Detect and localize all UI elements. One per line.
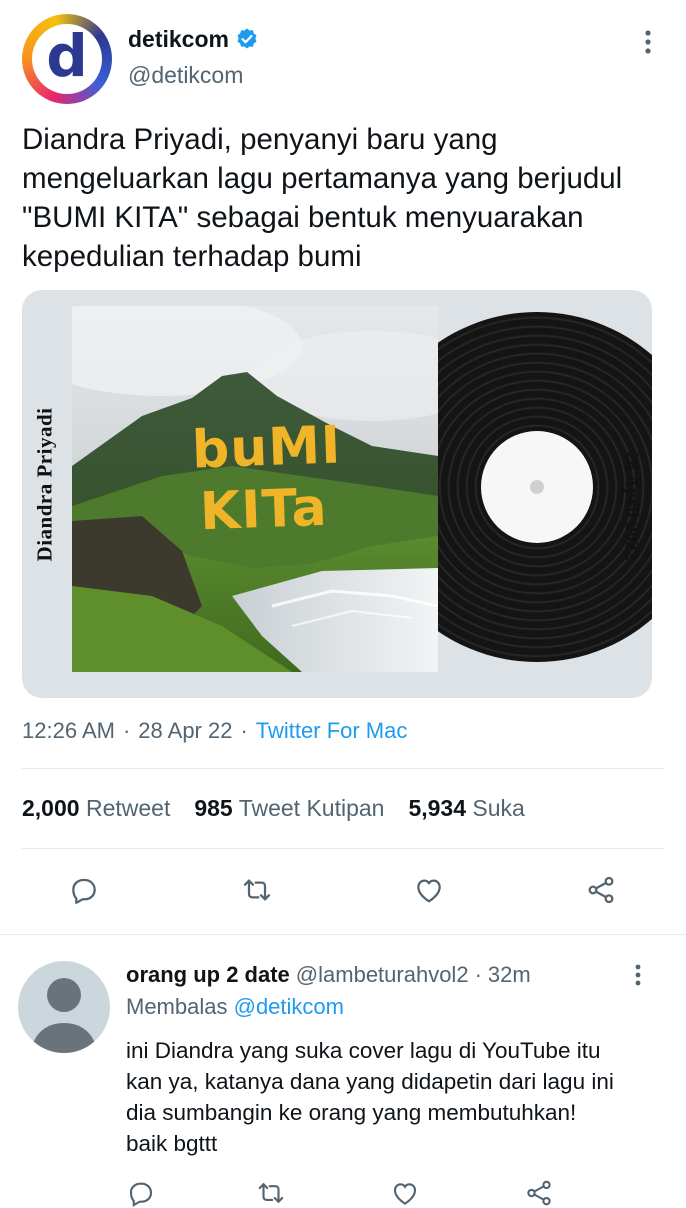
meta-separator: · [240, 718, 248, 743]
reply-retweet-icon[interactable] [256, 1178, 286, 1208]
like-icon [413, 874, 445, 906]
retweet-button[interactable] [237, 870, 277, 910]
reply-button[interactable] [64, 870, 104, 910]
share-button[interactable] [581, 870, 621, 910]
likes-label: Suka [472, 795, 525, 821]
reply-avatar[interactable] [18, 961, 110, 1053]
default-avatar-icon [31, 978, 97, 1053]
author-avatar[interactable]: d [22, 14, 112, 104]
meta-separator: · [122, 718, 131, 743]
cover-title-line1: buMI [190, 415, 343, 481]
media-date-text: 28 April 2022 [621, 451, 642, 561]
author-name[interactable]: detikcom [128, 26, 229, 53]
quotes-label: Tweet Kutipan [238, 795, 385, 821]
retweets-label: Retweet [85, 795, 171, 821]
tweet-date: 28 Apr 22 [138, 718, 233, 743]
replying-to-handle[interactable]: @detikcom [234, 994, 344, 1019]
likes-stat[interactable]: 5,934 Suka [408, 795, 524, 822]
replying-label: Membalas [126, 994, 228, 1019]
divider [22, 768, 664, 769]
reply-separator: · [474, 962, 482, 987]
reply-more-vertical-icon[interactable] [628, 962, 648, 990]
divider [22, 848, 664, 849]
retweets-stat[interactable]: 2,000 Retweet [22, 795, 170, 822]
reply-author-handle[interactable]: @lambeturahvol2 [296, 962, 469, 988]
retweet-icon [241, 874, 273, 906]
share-icon [585, 874, 617, 906]
quotes-stat[interactable]: 985 Tweet Kutipan [194, 795, 384, 822]
tweet-media[interactable]: Diandra Priyadi 28 April 2022 buMI KITa [22, 290, 652, 698]
reply-reply-icon[interactable] [126, 1178, 156, 1208]
author-handle[interactable]: @detikcom [128, 62, 243, 89]
quotes-count: 985 [194, 795, 233, 821]
reply-icon [68, 874, 100, 906]
reply-share-icon[interactable] [524, 1178, 554, 1208]
cover-title-line2: KITa [198, 477, 329, 543]
media-artist-text: Diandra Priyadi [32, 407, 57, 562]
retweets-count: 2,000 [22, 795, 80, 821]
likes-count: 5,934 [408, 795, 467, 821]
like-button[interactable] [409, 870, 449, 910]
tweet-text: Diandra Priyadi, penyanyi baru yang meng… [22, 123, 623, 273]
more-vertical-icon[interactable] [636, 28, 660, 58]
avatar-letter: d [46, 22, 88, 90]
reply-text: ini Diandra yang suka cover lagu di YouT… [126, 1038, 614, 1156]
album-cover: buMI KITa [72, 306, 438, 672]
reply-time: 32m [487, 962, 531, 987]
reply-author-name[interactable]: orang up 2 date [126, 962, 290, 988]
reply-like-icon[interactable] [390, 1178, 420, 1208]
tweet-time: 12:26 AM [22, 718, 115, 743]
verified-badge-icon [235, 27, 259, 51]
section-divider [0, 934, 686, 935]
tweet-source[interactable]: Twitter For Mac [256, 718, 408, 744]
